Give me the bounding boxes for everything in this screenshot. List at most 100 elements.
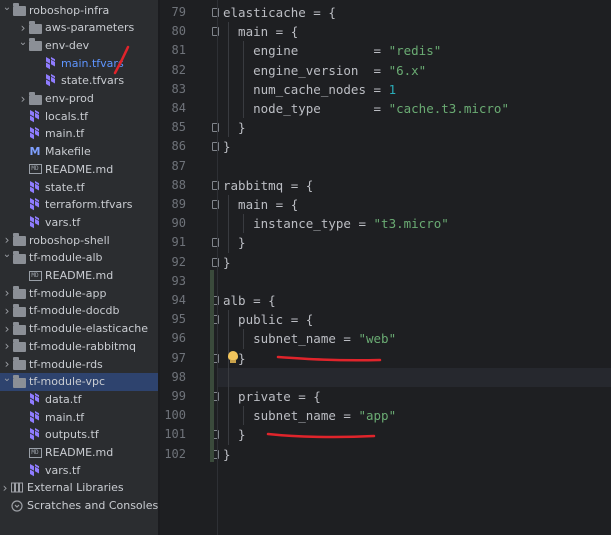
line-number[interactable]: 82	[160, 61, 186, 80]
line-number[interactable]: 83	[160, 80, 186, 99]
tree-item-main-tf[interactable]: main.tf	[0, 408, 158, 426]
code-line[interactable]: engine = "redis"	[223, 41, 441, 60]
tree-item-external-libraries[interactable]: › External Libraries	[0, 479, 158, 497]
code-line[interactable]: }	[223, 233, 246, 252]
tree-item-data-tf[interactable]: data.tf	[0, 390, 158, 408]
chevron-right-icon[interactable]: ›	[0, 481, 10, 495]
code-line[interactable]: alb = {	[223, 291, 276, 310]
code-line[interactable]	[218, 367, 611, 387]
code-line[interactable]: subnet_name = "app"	[223, 406, 396, 425]
line-number[interactable]: 96	[160, 329, 186, 348]
line-number[interactable]: 90	[160, 214, 186, 233]
tree-item-tf-module-elasticache[interactable]: › tf-module-elasticache	[0, 320, 158, 338]
line-number[interactable]: 95	[160, 310, 186, 329]
line-number[interactable]: 94	[160, 291, 186, 310]
line-number[interactable]: 85	[160, 118, 186, 137]
vcs-change-marker[interactable]	[210, 270, 214, 462]
line-number[interactable]: 99	[160, 387, 186, 406]
line-number[interactable]: 86	[160, 137, 186, 156]
tree-item-readme-md[interactable]: MD README.md	[0, 267, 158, 285]
code-line[interactable]: subnet_name = "web"	[223, 329, 396, 348]
tree-item-tf-module-rabbitmq[interactable]: › tf-module-rabbitmq	[0, 337, 158, 355]
line-number[interactable]: 97	[160, 349, 186, 368]
code-line[interactable]: public = {	[223, 310, 313, 329]
line-number[interactable]: 79	[160, 3, 186, 22]
code-line[interactable]: }	[223, 118, 246, 137]
code-editor[interactable]: elasticache = { main = { engine = "redis…	[218, 0, 611, 535]
code-line[interactable]: main = {	[223, 195, 298, 214]
code-line[interactable]: }	[223, 445, 231, 464]
tree-item-env-prod[interactable]: › env-prod	[0, 90, 158, 108]
tree-item-roboshop-infra[interactable]: ⌄ roboshop-infra	[0, 1, 158, 19]
tree-item-state-tf[interactable]: state.tf	[0, 178, 158, 196]
tree-item-label: state.tf	[45, 180, 85, 194]
tree-item-vars-tf[interactable]: vars.tf	[0, 213, 158, 231]
chevron-right-icon[interactable]: ›	[2, 304, 12, 318]
line-number[interactable]: 92	[160, 253, 186, 272]
line-number[interactable]: 91	[160, 233, 186, 252]
number-literal: 1	[388, 81, 397, 97]
code-line[interactable]: node_type = "cache.t3.micro"	[223, 99, 509, 118]
chevron-right-icon[interactable]: ›	[2, 357, 12, 371]
line-number[interactable]: 100	[160, 406, 186, 425]
code-line[interactable]: }	[223, 253, 231, 272]
tree-item-label: aws-parameters	[45, 21, 135, 35]
tree-item-tf-module-app[interactable]: › tf-module-app	[0, 284, 158, 302]
tree-item-outputs-tf[interactable]: outputs.tf	[0, 426, 158, 444]
line-number[interactable]: 101	[160, 425, 186, 444]
tree-item-tf-module-alb[interactable]: ⌄ tf-module-alb	[0, 249, 158, 267]
tree-item-vars-tf[interactable]: vars.tf	[0, 461, 158, 479]
tree-item-env-dev[interactable]: ⌄ env-dev	[0, 36, 158, 54]
code-line[interactable]: main = {	[223, 22, 298, 41]
chevron-right-icon[interactable]: ›	[2, 322, 12, 336]
tree-item-label: main.tf	[45, 127, 85, 141]
code-line[interactable]: num_cache_nodes = 1	[223, 80, 396, 99]
chevron-right-icon[interactable]: ›	[2, 286, 12, 300]
tree-item-terraform-tfvars[interactable]: terraform.tfvars	[0, 196, 158, 214]
code-line[interactable]: engine_version = "6.x"	[223, 61, 426, 80]
tree-item-scratches-and-consoles[interactable]: Scratches and Consoles	[0, 497, 158, 515]
tree-item-tf-module-vpc[interactable]: ⌄ tf-module-vpc	[0, 372, 158, 391]
code-line[interactable]: instance_type = "t3.micro"	[223, 214, 449, 233]
line-number[interactable]: 102	[160, 445, 186, 464]
tree-item-readme-md[interactable]: MD README.md	[0, 444, 158, 462]
chevron-right-icon[interactable]: ›	[2, 233, 12, 247]
line-number[interactable]: 81	[160, 41, 186, 60]
chevron-down-icon[interactable]: ⌄	[2, 2, 12, 13]
tree-item-locals-tf[interactable]: locals.tf	[0, 107, 158, 125]
chevron-down-icon[interactable]: ⌄	[2, 249, 12, 260]
chevron-right-icon[interactable]: ›	[2, 339, 12, 353]
terraform-file-icon	[44, 74, 58, 88]
line-number[interactable]: 89	[160, 195, 186, 214]
tree-item-tf-module-docdb[interactable]: › tf-module-docdb	[0, 302, 158, 320]
tree-item-roboshop-shell[interactable]: › roboshop-shell	[0, 231, 158, 249]
code-line[interactable]: }	[223, 425, 246, 444]
line-number[interactable]: 84	[160, 99, 186, 118]
line-number[interactable]: 88	[160, 176, 186, 195]
lightbulb-icon[interactable]	[227, 351, 239, 364]
tree-item-tf-module-rds[interactable]: › tf-module-rds	[0, 355, 158, 373]
code-line[interactable]: rabbitmq = {	[223, 176, 313, 195]
tree-item-aws-parameters[interactable]: › aws-parameters	[0, 19, 158, 37]
markdown-file-icon: MD	[28, 269, 42, 283]
line-number[interactable]: 93	[160, 272, 186, 291]
tree-item-main-tf[interactable]: main.tf	[0, 125, 158, 143]
line-number[interactable]: 98	[160, 368, 186, 387]
folder-icon	[12, 286, 26, 300]
tree-item-makefile[interactable]: M Makefile	[0, 143, 158, 161]
chevron-right-icon[interactable]: ›	[18, 92, 28, 106]
tree-item-main-tfvars[interactable]: main.tfvars	[0, 54, 158, 72]
tree-item-state-tfvars[interactable]: state.tfvars	[0, 72, 158, 90]
tree-item-readme-md[interactable]: MD README.md	[0, 160, 158, 178]
code-token: }	[223, 120, 246, 136]
code-line[interactable]: elasticache = {	[223, 3, 336, 22]
code-line[interactable]: }	[223, 137, 231, 156]
code-token: engine_version =	[223, 62, 389, 78]
chevron-down-icon[interactable]: ⌄	[18, 37, 28, 48]
code-line[interactable]: private = {	[223, 387, 321, 406]
line-number[interactable]: 80	[160, 22, 186, 41]
line-number[interactable]: 87	[160, 157, 186, 176]
chevron-right-icon[interactable]: ›	[18, 21, 28, 35]
indent-guide	[243, 329, 244, 349]
chevron-down-icon[interactable]: ⌄	[2, 373, 12, 384]
